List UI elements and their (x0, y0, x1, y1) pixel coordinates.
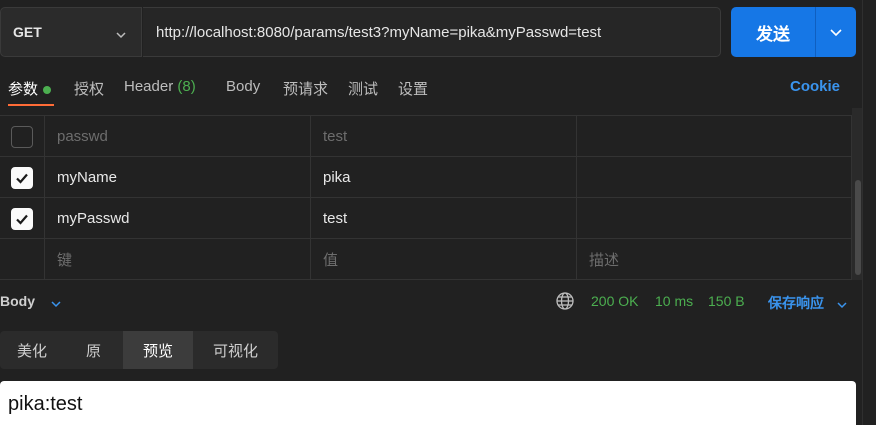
response-time: 10 ms (655, 293, 694, 309)
param-key[interactable]: myName (44, 157, 310, 198)
check-icon (16, 173, 28, 184)
tab-tests[interactable]: 测试 (348, 78, 378, 99)
response-body: pika:test (0, 381, 856, 425)
check-icon (16, 214, 28, 225)
table-row: myName pika (0, 157, 852, 198)
response-section-label[interactable]: Body (0, 293, 35, 309)
status-code: 200 OK (591, 293, 639, 309)
checkbox-cell (0, 157, 44, 198)
tab-pre-request[interactable]: 预请求 (283, 78, 328, 99)
tab-header-count: (8) (177, 78, 196, 95)
new-description-field[interactable]: 描述 (576, 239, 852, 280)
params-active-dot (43, 86, 52, 95)
params-table: passwd test myName pika myPasswd test 键 … (0, 116, 852, 280)
globe-icon[interactable] (555, 291, 575, 315)
new-value-field[interactable]: 值 (310, 239, 576, 280)
param-key[interactable]: myPasswd (44, 198, 310, 239)
param-description[interactable] (576, 198, 852, 239)
checkbox-cell (0, 116, 44, 157)
param-value[interactable]: pika (310, 157, 576, 198)
response-bar: Body 200 OK 10 ms 150 B 保存响应 (0, 281, 856, 321)
tab-params-label: 参数 (8, 81, 39, 98)
param-value[interactable]: test (310, 116, 576, 157)
response-view-tabs: 美化 原 预览 可视化 (0, 331, 278, 369)
checkbox-cell (0, 239, 44, 280)
table-row-new: 键 值 描述 (0, 239, 852, 280)
panel-edge (862, 0, 863, 425)
response-body-text: pika:test (8, 393, 83, 415)
view-tab-preview[interactable]: 预览 (123, 331, 193, 369)
param-description[interactable] (576, 157, 852, 198)
send-options-button[interactable] (816, 25, 856, 39)
tab-params[interactable]: 参数 (8, 78, 52, 99)
url-input[interactable]: http://localhost:8080/params/test3?myNam… (143, 7, 721, 57)
view-tab-pretty[interactable]: 美化 (0, 331, 64, 369)
param-checkbox[interactable] (11, 207, 33, 230)
view-tab-visualize[interactable]: 可视化 (193, 331, 278, 369)
table-row: myPasswd test (0, 198, 852, 239)
tab-settings[interactable]: 设置 (398, 78, 428, 99)
param-value[interactable]: test (310, 198, 576, 239)
cookie-link[interactable]: Cookie (790, 78, 840, 95)
chevron-down-icon[interactable] (836, 296, 848, 315)
new-key-field[interactable]: 键 (44, 239, 310, 280)
method-label: GET (13, 24, 42, 40)
url-text: http://localhost:8080/params/test3?myNam… (156, 23, 602, 41)
checkbox-cell (0, 198, 44, 239)
view-tab-raw[interactable]: 原 (64, 331, 123, 369)
param-description[interactable] (576, 116, 852, 157)
chevron-down-icon (115, 26, 127, 45)
table-row: passwd test (0, 116, 852, 157)
tab-header[interactable]: Header (8) (124, 78, 196, 95)
send-button[interactable]: 发送 (731, 20, 815, 45)
request-tabs: 参数 授权 Header (8) Body 预请求 测试 设置 Cookie (0, 68, 856, 108)
method-select[interactable]: GET (0, 7, 142, 57)
chevron-down-icon[interactable] (50, 295, 62, 314)
param-key[interactable]: passwd (44, 116, 310, 157)
tab-body[interactable]: Body (226, 78, 260, 95)
active-tab-underline (8, 104, 54, 106)
param-checkbox[interactable] (11, 125, 33, 148)
param-checkbox[interactable] (11, 166, 33, 189)
params-scrollbar-thumb[interactable] (855, 180, 861, 275)
tab-header-label: Header (124, 78, 174, 95)
save-response-button[interactable]: 保存响应 (768, 293, 824, 313)
tab-auth[interactable]: 授权 (74, 78, 104, 99)
send-button-group: 发送 (731, 7, 856, 57)
chevron-down-icon (830, 29, 842, 37)
response-size: 150 B (708, 293, 745, 309)
